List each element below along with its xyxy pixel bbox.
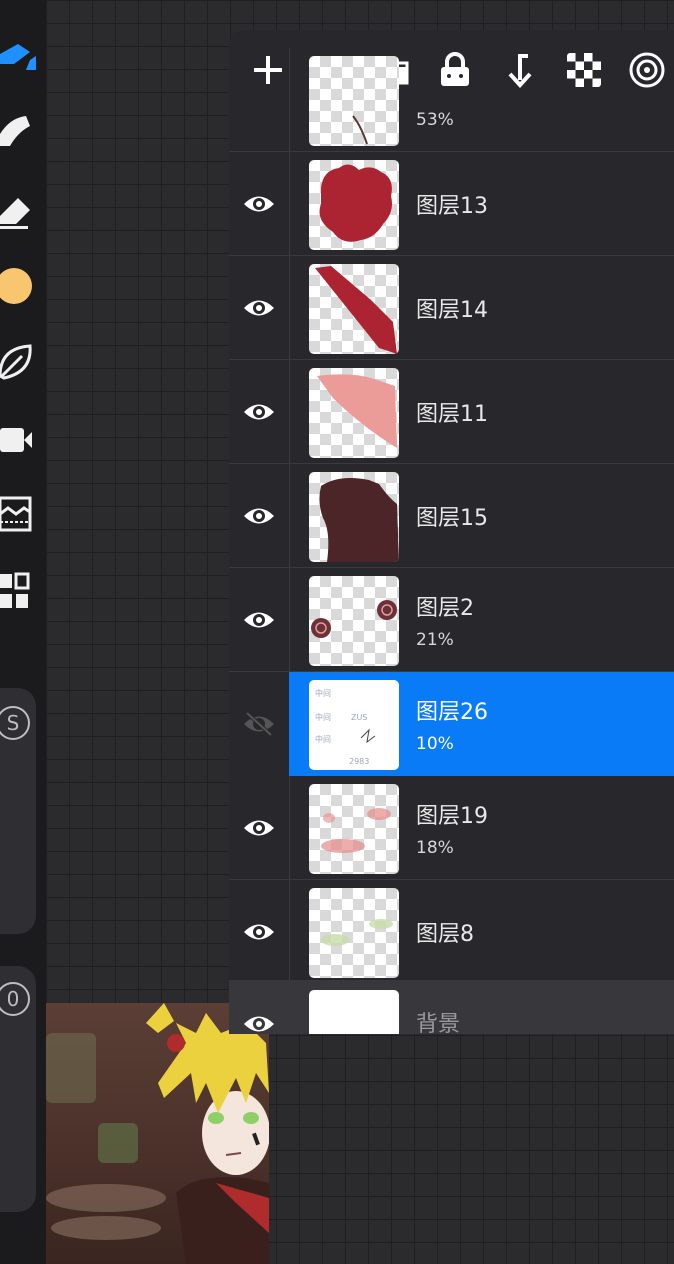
left-toolbar: S 0 bbox=[0, 0, 46, 1264]
layer-row[interactable]: 图层15 bbox=[229, 464, 674, 568]
eye-icon[interactable] bbox=[237, 286, 281, 330]
layer-thumbnail bbox=[309, 472, 399, 562]
brush-size-slider[interactable]: S bbox=[0, 688, 36, 934]
size-slider-knob[interactable]: S bbox=[0, 706, 30, 740]
layer-opacity: 18% bbox=[416, 838, 454, 858]
svg-text:中间: 中间 bbox=[315, 712, 331, 722]
eraser-icon[interactable] bbox=[0, 192, 40, 232]
layer-name: 图层13 bbox=[416, 194, 488, 219]
layer-name: 图层15 bbox=[416, 506, 488, 531]
layer-row[interactable]: 图层19 18% bbox=[229, 776, 674, 880]
svg-text:2983: 2983 bbox=[349, 757, 369, 766]
divider bbox=[289, 152, 290, 255]
layer-row[interactable]: 图层8 bbox=[229, 880, 674, 984]
svg-text:ZUS: ZUS bbox=[351, 713, 367, 722]
brush-icon[interactable] bbox=[0, 36, 40, 76]
layer-row-selected[interactable]: 中间 中间 ZUS 中间 2983 图层26 10% bbox=[289, 672, 674, 776]
eye-icon[interactable] bbox=[237, 1002, 281, 1034]
divider bbox=[289, 776, 290, 879]
layer-name: 背景 bbox=[416, 1012, 461, 1034]
layer-thumbnail bbox=[309, 990, 399, 1034]
layer-row[interactable]: 图层2 21% bbox=[229, 568, 674, 672]
divider bbox=[289, 48, 290, 151]
smudge-icon[interactable] bbox=[0, 112, 40, 152]
color-swatch[interactable] bbox=[0, 266, 40, 306]
layer-thumbnail bbox=[309, 368, 399, 458]
eye-icon[interactable] bbox=[237, 806, 281, 850]
eye-hidden-icon[interactable] bbox=[237, 702, 281, 746]
divider bbox=[289, 256, 290, 359]
canvas-artwork[interactable] bbox=[46, 1003, 269, 1264]
layer-thumbnail: 中间 中间 ZUS 中间 2983 bbox=[309, 680, 399, 770]
layers-panel: 53% 图层13 图层14 图层11 图层15 图层2 21% 中间 中间 ZU… bbox=[229, 30, 674, 1034]
layer-row[interactable]: 53% bbox=[229, 48, 674, 152]
layer-name: 图层26 bbox=[416, 700, 488, 725]
eye-icon[interactable] bbox=[237, 910, 281, 954]
svg-text:中间: 中间 bbox=[315, 688, 331, 698]
brush-opacity-slider[interactable]: 0 bbox=[0, 966, 36, 1212]
layer-row[interactable]: 图层13 bbox=[229, 152, 674, 256]
layer-row[interactable]: 图层11 bbox=[229, 360, 674, 464]
layer-name: 图层2 bbox=[416, 596, 474, 621]
divider bbox=[289, 568, 290, 671]
eye-icon[interactable] bbox=[237, 598, 281, 642]
leaf-icon[interactable] bbox=[0, 342, 40, 382]
image-adjust-icon[interactable] bbox=[0, 494, 40, 534]
layer-opacity: 53% bbox=[416, 110, 454, 130]
layer-thumbnail bbox=[309, 160, 399, 250]
layer-thumbnail bbox=[309, 888, 399, 978]
layer-opacity: 10% bbox=[416, 734, 454, 754]
gallery-grid-icon[interactable] bbox=[0, 572, 40, 612]
svg-text:中间: 中间 bbox=[315, 734, 331, 744]
layer-name: 图层11 bbox=[416, 402, 488, 427]
eye-icon[interactable] bbox=[237, 494, 281, 538]
eye-icon[interactable] bbox=[237, 390, 281, 434]
video-icon[interactable] bbox=[0, 420, 40, 460]
layer-thumbnail bbox=[309, 264, 399, 354]
divider bbox=[289, 360, 290, 463]
divider bbox=[289, 464, 290, 567]
layer-thumbnail bbox=[309, 784, 399, 874]
layer-row-background[interactable]: 背景 bbox=[229, 980, 674, 1034]
eye-icon[interactable] bbox=[237, 182, 281, 226]
layer-name: 图层19 bbox=[416, 804, 488, 829]
layer-opacity: 21% bbox=[416, 630, 454, 650]
layer-row[interactable]: 图层14 bbox=[229, 256, 674, 360]
divider bbox=[289, 880, 290, 983]
layer-name: 图层8 bbox=[416, 922, 474, 947]
opacity-slider-knob[interactable]: 0 bbox=[0, 982, 30, 1016]
layer-thumbnail bbox=[309, 576, 399, 666]
layer-name: 图层14 bbox=[416, 298, 488, 323]
layer-thumbnail bbox=[309, 56, 399, 146]
